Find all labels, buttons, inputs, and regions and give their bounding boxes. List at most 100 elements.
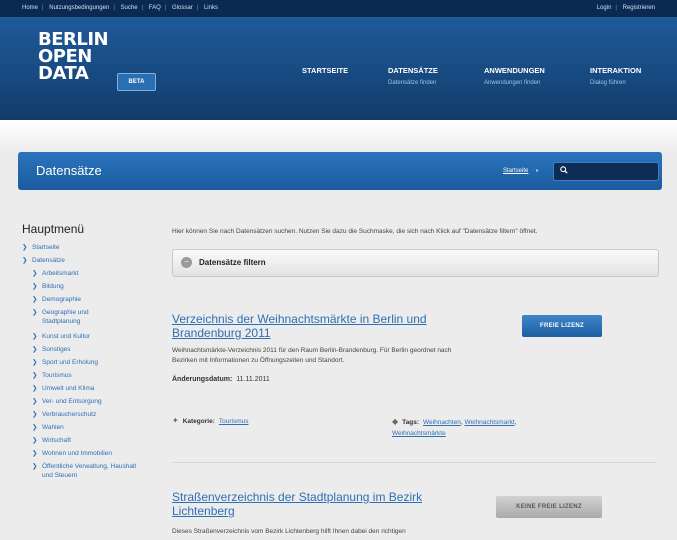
dataset-title-line: Straßenverzeichnis der Stadtplanung im B… [172,490,423,504]
utility-link-search[interactable]: Suche [121,5,138,11]
separator: | [141,5,144,11]
sidebar-item-kunst[interactable]: ❯ Kunst und Kultur [32,330,162,343]
nav-interaktion[interactable]: INTERAKTION Dialog führen [590,66,641,86]
nav-sublabel: Anwendungen finden [484,80,541,86]
pin-icon: ✦ [172,416,179,425]
separator: | [42,5,44,11]
header-shadow-band [0,120,677,152]
filter-datasets-bar[interactable]: − Datensätze filtern [172,249,659,277]
dataset-modified-date: Änderungsdatum: 11.11.2011 [172,376,270,383]
separator: | [615,5,617,11]
berlin-open-data-logo[interactable]: BERLIN OPEN DATA [38,31,112,103]
chevron-right-icon: ❯ [32,450,38,457]
register-link[interactable]: Registrieren [623,5,655,11]
sidebar-item-label: Demographie [42,296,82,303]
description-line: Dieses Straßenverzeichnis vom Bezirk Lic… [172,528,406,535]
sidebar-item-tourismus[interactable]: ❯ Tourismus [32,369,162,382]
sidebar-item-demographie[interactable]: ❯ Demographie [32,293,162,306]
chevron-right-icon: ❯ [22,244,28,251]
category-link[interactable]: Tourismus [219,418,249,425]
sidebar-item-label: Geographie und Stadtplanung [42,309,89,325]
nav-label: INTERAKTION [590,66,642,75]
dataset-title-line: Brandenburg 2011 [172,326,271,340]
dataset-title-link[interactable]: Straßenverzeichnis der Stadtplanung im B… [172,490,422,518]
sidebar-item-geographie[interactable]: ❯ Geographie und Stadtplanung [32,308,162,326]
search-box[interactable] [553,162,659,181]
sidebar-item-datensaetze[interactable]: ❯ Datensätze [22,254,162,267]
nav-anwendungen[interactable]: ANWENDUNGEN Anwendungen finden [484,66,545,86]
description-line: Weihnachtsmärkte-Verzeichnis 2011 für de… [172,347,452,354]
chevron-right-icon: ❯ [32,398,38,405]
chevron-right-icon: ❯ [32,333,38,340]
nav-startseite[interactable]: STARTSEITE [302,66,348,75]
sidebar-item-startseite[interactable]: ❯ Startseite [22,241,162,254]
tag-link[interactable]: Weihnachten [423,419,461,426]
sidebar-item-label: Ver- und Entsorgung [42,398,102,405]
sidebar-item-label: Öffentliche Verwaltung, Haushalt und Ste… [42,463,137,479]
top-utility-bar: Home | Nutzungsbedingungen | Suche | FAQ | G… [0,0,677,17]
description-line: Bezirken mit Informationen zu Öffnungsze… [172,357,345,364]
chevron-right-icon: ❯ [32,424,38,431]
main-menu-sidebar: Hauptmenü ❯ Startseite ❯ Datensätze ❯ Arbei… [22,222,162,480]
page-title-bar: Datensätze Startseite ▸ [18,152,662,190]
separator: | [113,5,115,11]
dataset-tags: ◆ Tags: Weihnachten, Weihnachtsmarkt, Weih… [392,417,517,437]
sidebar-item-verbraucherschutz[interactable]: ❯ Verbraucherschutz [32,408,162,421]
nonfree-license-button[interactable]: KEINE FREIE LIZENZ [496,496,602,518]
tag-link[interactable]: Weihnachtsmärkte [392,430,446,437]
utility-link-terms[interactable]: Nutzungsbedingungen [49,5,109,11]
sidebar-item-sonstiges[interactable]: ❯ Sonstiges [32,343,162,356]
breadcrumb-startseite[interactable]: Startseite [503,168,528,174]
sidebar-item-wirtschaft[interactable]: ❯ Wirtschaft [32,434,162,447]
filter-label: Datensätze filtern [199,258,266,267]
dataset-title-line: Verzeichnis der Weihnachtsmärkte in Berl… [172,312,427,326]
sidebar-item-verwaltung[interactable]: ❯ Öffentliche Verwaltung, Haushalt und St… [32,462,162,480]
sidebar-item-label: Sport und Erholung [42,359,99,366]
chevron-right-icon: ❯ [32,283,38,290]
chevron-right-icon: ❯ [32,411,38,418]
sidebar-item-wohnen[interactable]: ❯ Wohnen und Immobilien [32,447,162,460]
sidebar-item-versorgung[interactable]: ❯ Ver- und Entsorgung [32,395,162,408]
utility-link-home[interactable]: Home [22,5,38,11]
breadcrumb-arrow-icon: ▸ [536,168,540,174]
main-menu-heading: Hauptmenü [22,222,85,236]
nav-label: STARTSEITE [302,66,349,75]
sidebar-item-label: Umwelt und Klima [42,385,95,392]
logo-line-3: DATA [38,63,89,84]
utility-link-faq[interactable]: FAQ [149,5,161,11]
chevron-right-icon: ❯ [32,309,38,316]
sidebar-item-label: Wahlen [42,424,64,431]
sidebar-item-label: Datensätze [32,257,65,264]
sidebar-item-wahlen[interactable]: ❯ Wahlen [32,421,162,434]
site-header: BERLIN OPEN DATA BETA STARTSEITE DATENSÄ… [0,17,677,120]
chevron-right-icon: ❯ [22,257,28,264]
chevron-right-icon: ❯ [32,359,38,366]
search-icon[interactable] [560,166,568,176]
tag-link[interactable]: Weihnachtsmarkt [464,419,514,426]
sidebar-item-arbeitsmarkt[interactable]: ❯ Arbeitsmarkt [32,267,162,280]
search-input[interactable] [572,165,658,179]
sidebar-item-label: Wirtschaft [42,437,71,444]
tags-label: Tags: [402,419,420,426]
beta-badge: BETA [117,73,156,91]
dataset-title-link[interactable]: Verzeichnis der Weihnachtsmärkte in Berl… [172,312,427,340]
nav-sublabel: Dialog führen [590,80,626,86]
sidebar-item-umwelt[interactable]: ❯ Umwelt und Klima [32,382,162,395]
free-license-button[interactable]: FREIE LIZENZ [522,315,602,337]
nav-label: ANWENDUNGEN [484,66,545,75]
nav-sublabel: Datensätze finden [388,80,437,86]
expand-icon: − [181,257,192,268]
sidebar-item-label: Startseite [32,244,60,251]
sidebar-item-bildung[interactable]: ❯ Bildung [32,280,162,293]
utility-link-links[interactable]: Links [204,5,218,11]
sidebar-item-label: Kunst und Kultur [42,333,91,340]
account-links: Login | Registrieren [597,5,659,11]
chevron-right-icon: ❯ [32,270,38,277]
sidebar-item-sport[interactable]: ❯ Sport und Erholung [32,356,162,369]
nav-datensaetze[interactable]: DATENSÄTZE Datensätze finden [388,66,438,86]
category-label: Kategorie: [182,418,215,425]
divider [172,462,657,463]
utility-link-glossary[interactable]: Glossar [172,5,193,11]
separator: | [164,5,167,11]
login-link[interactable]: Login [597,5,612,11]
